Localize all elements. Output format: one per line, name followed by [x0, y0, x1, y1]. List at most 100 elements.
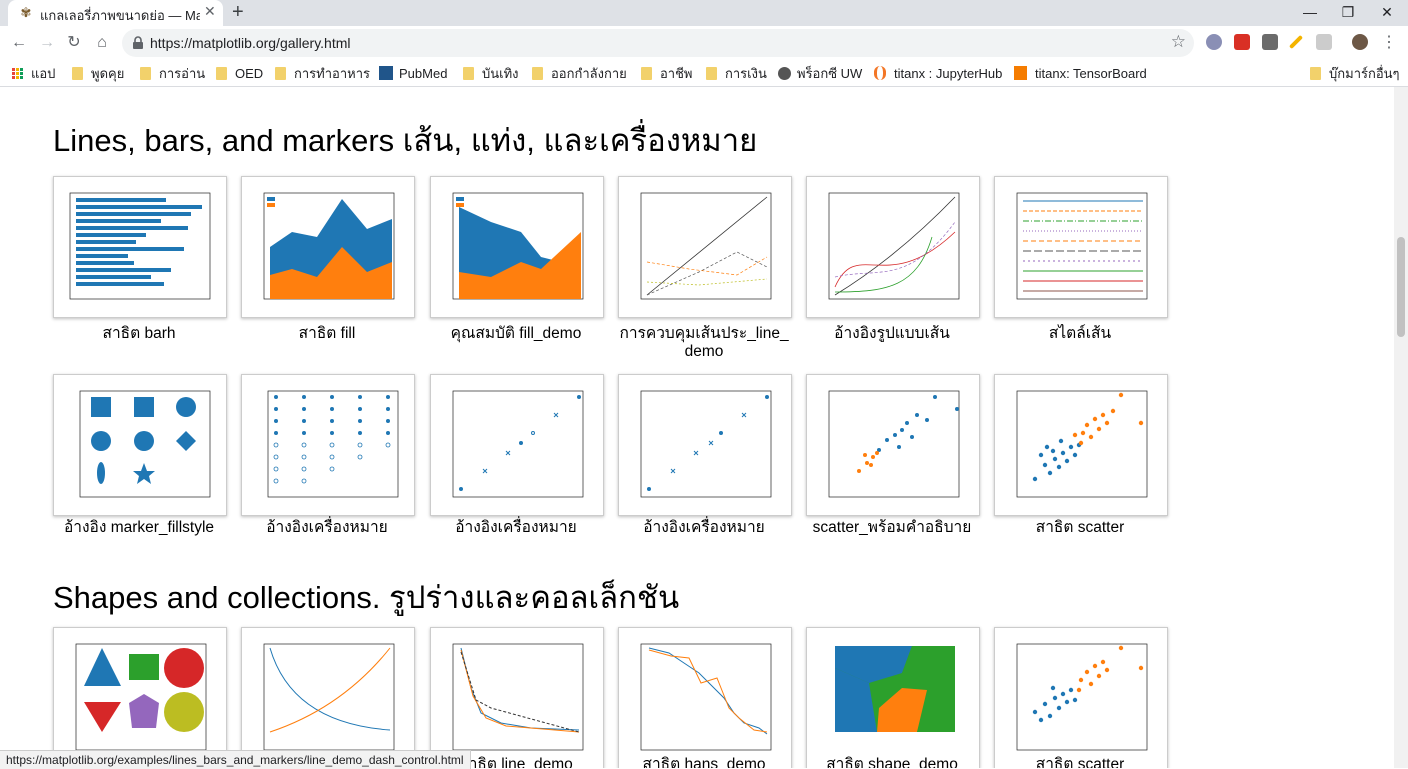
gallery-caption[interactable]: การควบคุมเส้นประ_line_ demo — [611, 325, 797, 361]
close-window-icon[interactable]: ✕ — [1372, 0, 1402, 24]
thumbnail-scatter-demo[interactable] — [994, 374, 1168, 516]
folder-icon — [463, 66, 474, 80]
gallery-caption[interactable]: สไตล์เส้น — [987, 325, 1173, 343]
bookmark-folder[interactable]: บันเทิง — [463, 64, 519, 82]
bookmark-folder[interactable]: OED — [216, 64, 263, 82]
pen-extension-icon[interactable] — [1288, 34, 1304, 50]
bookmarks-bar: แอป พูดคุย การอ่าน OED การทำอาหาร PubMed… — [0, 60, 1408, 87]
bookmark-folder[interactable]: การทำอาหาร — [275, 64, 370, 82]
vertical-scrollbar[interactable] — [1394, 87, 1408, 768]
bookmark-apps[interactable]: แอป — [12, 64, 55, 82]
hans-demo-thumbnail — [640, 643, 772, 751]
bookmark-folder[interactable]: อาชีพ — [641, 64, 693, 82]
curves-thumbnail — [263, 643, 395, 751]
folder-icon — [532, 66, 543, 80]
thumbnail-marker-fillstyle[interactable] — [53, 374, 227, 516]
address-bar[interactable]: https://matplotlib.org/gallery.html ☆ — [122, 29, 1194, 57]
tab-title: แกลเลอรี่ภาพขนาดย่อ — Mat — [40, 8, 200, 23]
thumbnail-line-demo-dash-control[interactable] — [618, 176, 792, 318]
thumbnail-curves[interactable] — [241, 627, 415, 768]
pubmed-icon — [379, 66, 393, 80]
thumbnail-line-demo[interactable] — [430, 627, 604, 768]
browser-toolbar: ← → ↻ ⌂ https://matplotlib.org/gallery.h… — [0, 26, 1408, 60]
gallery-caption[interactable]: สาธิต shape_demo — [799, 756, 985, 768]
bookmark-folder[interactable]: พูดคุย — [72, 64, 124, 82]
menu-icon[interactable]: ⋮ — [1378, 32, 1400, 54]
scatter-demo-thumbnail — [1016, 643, 1148, 751]
folder-icon — [275, 66, 286, 80]
bookmark-other[interactable]: บุ๊กมาร์กอื่นๆ — [1310, 64, 1400, 82]
thumbnail-scatter-demo[interactable] — [994, 627, 1168, 768]
thumbnail-fill-demo-features[interactable] — [430, 176, 604, 318]
thumbnail-scatter-with-legend[interactable] — [806, 374, 980, 516]
thumbnail-fill-demo[interactable] — [241, 176, 415, 318]
line-demo-thumbnail — [452, 643, 584, 751]
shape-demo-thumbnail — [835, 646, 955, 732]
tab-close-icon[interactable]: ✕ — [204, 3, 216, 20]
extension-icon[interactable] — [1262, 34, 1278, 50]
status-bar-link-preview: https://matplotlib.org/examples/lines_ba… — [0, 750, 471, 769]
gallery-caption[interactable]: อ้างอิงเครื่องหมาย — [234, 519, 420, 537]
folder-icon — [641, 66, 652, 80]
gallery-caption[interactable]: สาธิต fill — [234, 325, 420, 343]
folder-icon — [140, 66, 151, 80]
marker-fillstyle-thumbnail — [79, 390, 211, 498]
folder-icon — [1310, 66, 1321, 80]
gallery-caption[interactable]: อ้างอิงเครื่องหมาย — [611, 519, 797, 537]
fill-features-thumbnail-chart — [452, 192, 584, 300]
minimize-icon[interactable]: — — [1295, 0, 1325, 24]
gallery-caption[interactable]: อ้างอิง marker_fillstyle — [46, 519, 232, 537]
marker-reference-thumbnail — [452, 390, 584, 498]
bookmark-folder[interactable]: การอ่าน — [140, 64, 205, 82]
thumbnail-linestyles-reference[interactable] — [806, 176, 980, 318]
matplotlib-favicon-icon: ✾ — [20, 5, 32, 20]
gallery-caption[interactable]: scatter_พร้อมคำอธิบาย — [799, 519, 985, 537]
extension-icon[interactable] — [1206, 34, 1222, 50]
gallery-caption[interactable]: คุณสมบัติ fill_demo — [423, 325, 609, 343]
thumbnail-marker-reference[interactable] — [241, 374, 415, 516]
gallery-caption[interactable]: อ้างอิงเครื่องหมาย — [423, 519, 609, 537]
bookmark-folder[interactable]: ออกกำลังกาย — [532, 64, 627, 82]
line-styles-thumbnail-chart — [1016, 192, 1148, 300]
section-heading: Lines, bars, and markers เส้น, แท่ง, และ… — [53, 123, 758, 158]
thumbnail-shapes[interactable] — [53, 627, 227, 768]
forward-icon[interactable]: → — [36, 32, 58, 54]
avatar[interactable] — [1352, 34, 1368, 50]
bookmark-proxy[interactable]: พร็อกซี UW — [778, 64, 862, 82]
gallery-caption[interactable]: สาธิต barh — [46, 325, 232, 343]
bookmark-star-icon[interactable]: ☆ — [1171, 32, 1186, 52]
gallery-caption[interactable]: อ้างอิงรูปแบบเส้น — [799, 325, 985, 343]
globe-icon — [778, 66, 791, 80]
scatter-demo-thumbnail — [1016, 390, 1148, 498]
new-tab-icon[interactable]: + — [232, 0, 244, 24]
bookmark-pubmed[interactable]: PubMed — [379, 64, 447, 82]
reload-icon[interactable]: ↻ — [63, 32, 85, 54]
active-tab[interactable]: ✾ แกลเลอรี่ภาพขนาดย่อ — Mat ✕ — [8, 0, 223, 26]
thumbnail-barh-demo[interactable] — [53, 176, 227, 318]
restore-icon[interactable]: ❐ — [1333, 0, 1363, 24]
shapes-thumbnail — [75, 643, 207, 751]
thumbnail-shape-demo[interactable] — [806, 627, 980, 768]
url-text: https://matplotlib.org/gallery.html — [150, 35, 351, 51]
apps-grid-icon — [12, 67, 23, 79]
extension-icon[interactable] — [1316, 34, 1332, 50]
scrollbar-thumb[interactable] — [1397, 237, 1405, 337]
home-icon[interactable]: ⌂ — [91, 32, 113, 54]
back-icon[interactable]: ← — [8, 32, 30, 54]
jupyter-icon — [874, 66, 886, 80]
bookmark-jupyterhub[interactable]: titanx : JupyterHub — [874, 64, 1002, 82]
scatter-legend-thumbnail — [828, 390, 960, 498]
folder-icon — [216, 66, 227, 80]
dash-control-thumbnail-chart — [640, 192, 772, 300]
gallery-caption[interactable]: สาธิต scatter — [987, 519, 1173, 537]
thumbnail-marker-reference[interactable] — [618, 374, 792, 516]
gallery-caption[interactable]: สาธิต hans_demo — [611, 756, 797, 768]
bookmark-tensorboard[interactable]: titanx: TensorBoard — [1014, 64, 1147, 82]
fill-thumbnail-chart — [263, 192, 395, 300]
gallery-caption[interactable]: สาธิต scatter — [987, 756, 1173, 768]
thumbnail-marker-reference[interactable] — [430, 374, 604, 516]
thumbnail-line-styles[interactable] — [994, 176, 1168, 318]
thumbnail-hans-demo[interactable] — [618, 627, 792, 768]
extension-badge-icon[interactable] — [1234, 34, 1250, 50]
bookmark-folder[interactable]: การเงิน — [706, 64, 767, 82]
